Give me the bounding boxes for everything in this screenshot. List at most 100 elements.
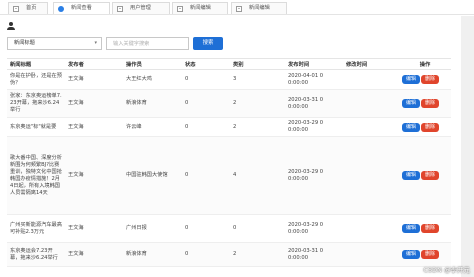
cell-publish-time: 2020-03-31 0 0:00:00 bbox=[285, 242, 343, 267]
column-header-status: 状态 bbox=[182, 58, 230, 70]
cell-category: 4 bbox=[230, 136, 285, 215]
delete-button[interactable]: 删除 bbox=[421, 171, 440, 180]
cell-operator: 新浪体育 bbox=[123, 242, 182, 267]
file-icon bbox=[236, 6, 242, 12]
delete-button[interactable]: 删除 bbox=[421, 99, 440, 108]
table-header-row: 新闻标题 发布者 操作员 状态 类别 发布时间 修改时间 操作 bbox=[7, 58, 451, 70]
cell-publisher: 王文海 bbox=[65, 214, 123, 243]
cell-publisher: 王文海 bbox=[65, 89, 123, 118]
cell-category: 2 bbox=[230, 117, 285, 137]
table-row: 广州买新能源汽车最高可补贴2.3万元 王文海 广州日报 0 0 2020-03-… bbox=[7, 214, 451, 243]
cell-operator: 新浪体育 bbox=[123, 89, 182, 118]
tab-label: 首页 bbox=[26, 5, 37, 11]
cell-status: 0 bbox=[182, 242, 230, 267]
column-header-publisher: 发布者 bbox=[65, 58, 123, 70]
news-table: 新闻标题 发布者 操作员 状态 类别 发布时间 修改时间 操作 你是在护卧，还是… bbox=[7, 58, 451, 267]
cell-status: 0 bbox=[182, 136, 230, 215]
cell-publisher: 王文海 bbox=[65, 136, 123, 215]
file-icon bbox=[117, 6, 123, 12]
cell-actions: 编辑 删除 bbox=[399, 242, 451, 267]
column-header-actions: 操作 bbox=[399, 58, 451, 70]
cell-title: 歌大番中国、深度分析新围为何频繁BJ?比赛重训，独特文化中国抢韩国办疫情措施！2… bbox=[7, 136, 65, 215]
tab-home[interactable]: 首页 bbox=[8, 2, 48, 14]
cell-actions: 编辑 删除 bbox=[399, 214, 451, 243]
cell-publish-time: 2020-03-29 0 0:00:00 bbox=[285, 136, 343, 215]
delete-button[interactable]: 删除 bbox=[421, 122, 440, 132]
cell-actions: 编辑 删除 bbox=[399, 89, 451, 118]
table-row: 东京奥运"标"就是要 王文海 许云峰 0 2 2020-03-29 0 0:00… bbox=[7, 117, 451, 137]
edit-button[interactable]: 编辑 bbox=[402, 122, 421, 132]
cell-modify-time bbox=[343, 117, 399, 137]
cell-publish-time: 2020-04-01 0 0:00:00 bbox=[285, 69, 343, 90]
dot-icon bbox=[58, 6, 64, 12]
cell-operator: 大王红大鸡 bbox=[123, 69, 182, 90]
cell-modify-time bbox=[343, 89, 399, 118]
user-icon bbox=[7, 22, 15, 30]
cell-title: 你是在护卧，还是在预伪？ bbox=[7, 69, 65, 90]
cell-actions: 编辑 删除 bbox=[399, 136, 451, 215]
cell-status: 0 bbox=[182, 214, 230, 243]
cell-publisher: 王文海 bbox=[65, 242, 123, 267]
cell-actions: 编辑 删除 bbox=[399, 69, 451, 90]
table-row: 张家：东京奥运榜单7.23开幕，拖来沙6.24举行 王文海 新浪体育 0 2 2… bbox=[7, 89, 451, 118]
tab-news-view[interactable]: 新闻查看 bbox=[53, 2, 110, 14]
cell-category: 3 bbox=[230, 69, 285, 90]
column-header-modify-time: 修改时间 bbox=[343, 58, 399, 70]
edit-button[interactable]: 编辑 bbox=[402, 99, 421, 108]
select-value: 新闻标题 bbox=[14, 40, 35, 46]
cell-status: 0 bbox=[182, 117, 230, 137]
search-input[interactable] bbox=[106, 37, 189, 50]
table-row: 歌大番中国、深度分析新围为何频繁BJ?比赛重训，独特文化中国抢韩国办疫情措施！2… bbox=[7, 136, 451, 215]
cell-category: 2 bbox=[230, 242, 285, 267]
cell-actions: 编辑 删除 bbox=[399, 117, 451, 137]
column-header-publish-time: 发布时间 bbox=[285, 58, 343, 70]
column-header-operator: 操作员 bbox=[123, 58, 182, 70]
tab-bar: 首页 新闻查看 用户管理 新闻编辑 新闻编辑 bbox=[0, 0, 474, 15]
tab-news-edit-2[interactable]: 新闻编辑 bbox=[231, 2, 287, 14]
cell-publisher: 王文海 bbox=[65, 69, 123, 90]
cell-category: 0 bbox=[230, 214, 285, 243]
cell-modify-time bbox=[343, 69, 399, 90]
chevron-down-icon: ▾ bbox=[94, 40, 97, 46]
cell-title: 东京奥运"标"就是要 bbox=[7, 117, 65, 137]
tab-user-management[interactable]: 用户管理 bbox=[112, 2, 170, 14]
tab-label: 新闻编辑 bbox=[190, 5, 211, 11]
delete-button[interactable]: 删除 bbox=[421, 224, 440, 233]
search-button[interactable]: 搜索 bbox=[193, 37, 223, 50]
cell-publish-time: 2020-03-31 0 0:00:00 bbox=[285, 89, 343, 118]
delete-button[interactable]: 删除 bbox=[421, 250, 440, 259]
cell-operator: 许云峰 bbox=[123, 117, 182, 137]
edit-button[interactable]: 编辑 bbox=[402, 171, 421, 180]
cell-operator: 广州日报 bbox=[123, 214, 182, 243]
cell-publish-time: 2020-03-29 0 0:00:00 bbox=[285, 117, 343, 137]
file-icon bbox=[13, 6, 19, 12]
tab-label: 用户管理 bbox=[130, 5, 151, 11]
column-header-title: 新闻标题 bbox=[7, 58, 65, 70]
cell-publisher: 王文海 bbox=[65, 117, 123, 137]
cell-title: 东京奥运会7.23开幕，拖来沙6.24举行 bbox=[7, 242, 65, 267]
table-row: 你是在护卧，还是在预伪？ 王文海 大王红大鸡 0 3 2020-04-01 0 … bbox=[7, 69, 451, 90]
cell-publish-time: 2020-03-29 0 0:00:00 bbox=[285, 214, 343, 243]
tab-label: 新闻查看 bbox=[71, 5, 92, 11]
cell-title: 张家：东京奥运榜单7.23开幕，拖来沙6.24举行 bbox=[7, 89, 65, 118]
cell-operator: 中国驻韩国大使馆 bbox=[123, 136, 182, 215]
edit-button[interactable]: 编辑 bbox=[402, 75, 421, 84]
cell-modify-time bbox=[343, 136, 399, 215]
cell-status: 0 bbox=[182, 89, 230, 118]
cell-title: 广州买新能源汽车最高可补贴2.3万元 bbox=[7, 214, 65, 243]
cell-status: 0 bbox=[182, 69, 230, 90]
file-icon bbox=[177, 6, 183, 12]
tab-label: 新闻编辑 bbox=[249, 5, 270, 11]
edit-button[interactable]: 编辑 bbox=[402, 224, 421, 233]
cell-modify-time bbox=[343, 242, 399, 267]
watermark: CSDN @李开元 bbox=[423, 266, 470, 274]
cell-modify-time bbox=[343, 214, 399, 243]
edit-button[interactable]: 编辑 bbox=[402, 250, 421, 259]
cell-category: 2 bbox=[230, 89, 285, 118]
column-header-category: 类别 bbox=[230, 58, 285, 70]
page-scroll-gutter bbox=[461, 16, 474, 277]
tab-news-edit[interactable]: 新闻编辑 bbox=[172, 2, 228, 14]
search-field-select[interactable]: 新闻标题 ▾ bbox=[7, 37, 102, 50]
table-row: 东京奥运会7.23开幕，拖来沙6.24举行 王文海 新浪体育 0 2 2020-… bbox=[7, 242, 451, 267]
delete-button[interactable]: 删除 bbox=[421, 75, 440, 84]
